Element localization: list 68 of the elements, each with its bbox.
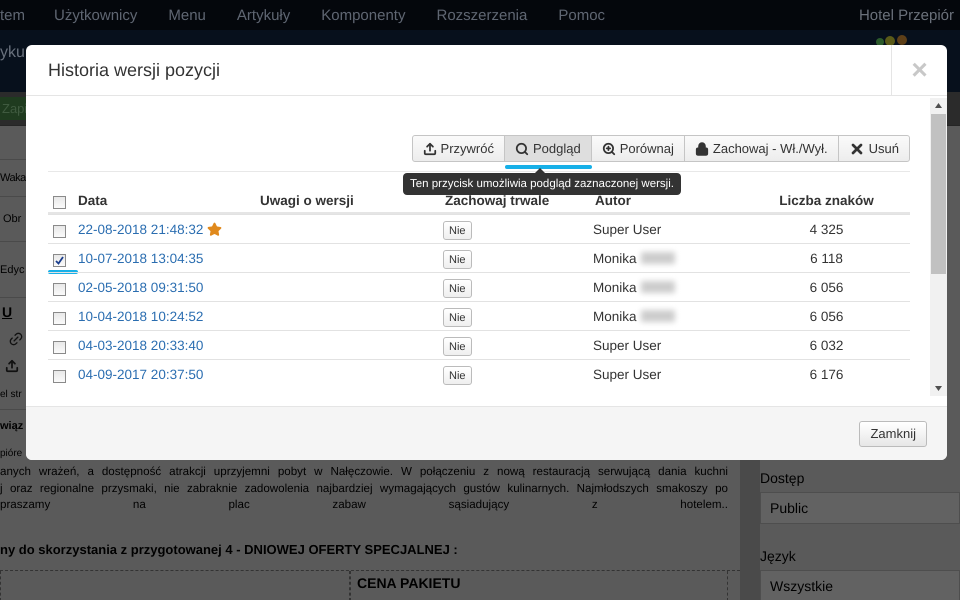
character-count: 6 118 [810, 250, 843, 266]
author-name: Super User [593, 366, 662, 382]
menu-item[interactable]: Komponenty [321, 6, 406, 24]
table-row[interactable]: 04-03-2018 20:33:40 Nie Super User 6 032 [48, 330, 910, 359]
toolbar-button[interactable]: Zachowaj - Wł./Wył. [684, 135, 839, 162]
column-header: Data [78, 192, 108, 208]
version-date-link[interactable]: 04-09-2017 20:37:50 [78, 366, 204, 382]
field-label: el str [0, 388, 22, 400]
keep-toggle-button[interactable]: Nie [443, 308, 472, 327]
table-row[interactable]: 04-09-2017 20:37:50 Nie Super User 6 176 [48, 359, 910, 388]
table-row[interactable]: 10-04-2018 10:24:52 Nie Monika 6 056 [48, 301, 910, 330]
author-name: Monika [593, 308, 637, 324]
column-header: Autor [595, 192, 631, 208]
author-name: Super User [593, 338, 662, 352]
table-row[interactable]: 02-05-2018 09:31:50 Nie Monika 6 056 [48, 272, 910, 301]
underline-button[interactable]: U [2, 304, 12, 320]
field-label: Język [760, 548, 797, 564]
tab[interactable]: Obr [3, 213, 22, 225]
author-name: Monika [593, 280, 637, 294]
menu-item[interactable]: Pomoc [558, 6, 606, 24]
toolbar-button[interactable]: Przywróć [412, 135, 505, 162]
offer-heading: ny do skorzystania z przygotowanej 4 - DNIOWEJ OFERTY SPECJALNEJ : [0, 542, 459, 556]
article-text: pióre [0, 448, 22, 458]
keep-toggle-button[interactable]: Nie [443, 250, 472, 269]
character-count: 6 056 [810, 280, 844, 294]
version-date-link[interactable]: 22-08-2018 21:48:32 [78, 222, 204, 236]
toolbar-button[interactable]: Usuń [838, 135, 910, 162]
select-field[interactable]: Wszystkie [760, 570, 960, 600]
select-field[interactable]: Public [760, 492, 960, 524]
menu-item[interactable]: Artykuły [236, 6, 290, 24]
keep-toggle-button[interactable]: Nie [443, 279, 472, 298]
table-row[interactable]: 10-07-2018 13:04:35 Nie Monika 6 118 [48, 243, 910, 272]
menu-item[interactable]: Rozszerzenia [436, 6, 528, 24]
toolbar-button[interactable]: Porównaj [590, 135, 685, 162]
editor-menu[interactable]: Edyc [0, 264, 24, 276]
version-date-link[interactable]: 02-05-2018 09:31:50 [78, 280, 204, 294]
column-header: Zachowaj trwale [445, 192, 550, 208]
dialog-title: Historia wersji pozycji [48, 60, 220, 80]
article-text: anych wrażeń, a dostępność atrakcji uprzyjemni pobyt w Nałęczowie. W połączeniu z nową restauracją serwującą dania kuchni [0, 464, 728, 480]
character-count: 4 325 [810, 222, 844, 236]
author-name: Monika [593, 250, 637, 266]
section-heading: wiąz [0, 420, 24, 432]
toolbar-button[interactable]: Podgląd [504, 135, 592, 162]
character-count: 6 032 [810, 338, 844, 352]
version-date-link[interactable]: 04-03-2018 20:33:40 [78, 338, 204, 352]
title-field[interactable]: Waka [0, 172, 26, 184]
menu-item[interactable]: tem [0, 6, 26, 24]
site-name[interactable]: Hotel Przepiór [858, 6, 954, 24]
column-header: Liczba znaków [779, 192, 874, 208]
character-count: 6 176 [810, 366, 844, 382]
close-button[interactable]: Zamknij [859, 420, 927, 446]
menu-item[interactable]: Użytkownicy [54, 6, 138, 24]
table-row[interactable]: 22-08-2018 21:48:32 Nie Super User 4 325 [48, 214, 910, 243]
version-date-link[interactable]: 10-07-2018 13:04:35 [78, 250, 204, 266]
author-name: Super User [593, 222, 662, 236]
character-count: 6 056 [810, 308, 844, 324]
field-label: Dostęp [760, 470, 806, 486]
keep-toggle-button[interactable]: Nie [443, 366, 472, 385]
keep-toggle-button[interactable]: Nie [443, 221, 472, 240]
article-text: praszamy na plac zabaw sąsiadujący z hotelem.. [0, 497, 728, 513]
version-date-link[interactable]: 10-04-2018 10:24:52 [78, 308, 204, 324]
table-header: CENA PAKIETU [350, 570, 728, 600]
keep-toggle-button[interactable]: Nie [443, 337, 472, 356]
column-header: Uwagi o wersji [260, 192, 354, 208]
menu-item[interactable]: Menu [168, 6, 206, 24]
article-text: j oraz regionalne przysmaki, nie zabraknie zadowolenia najbardziej wymagających gustów kulinarnych. Najmłodszych smakoszy po [0, 480, 728, 496]
tooltip: Ten przycisk umożliwia podgląd zaznaczonej wersji. [403, 168, 681, 195]
page-title: yku [0, 44, 25, 62]
